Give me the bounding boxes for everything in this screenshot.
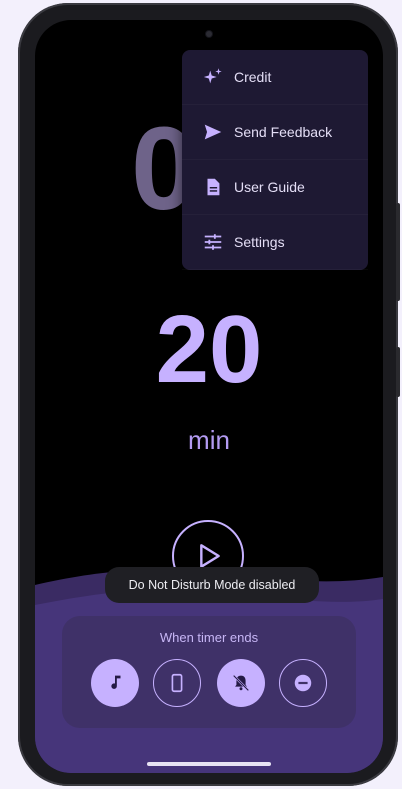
vibrate-option-button[interactable] (153, 659, 201, 707)
do-not-disturb-icon (294, 674, 312, 692)
sparkle-icon (202, 66, 224, 88)
dnd-option-button[interactable] (279, 659, 327, 707)
music-note-icon (111, 675, 121, 689)
front-camera (206, 31, 212, 37)
overflow-menu: Credit Send Feedback User Guide Settings (182, 50, 368, 270)
tune-icon (202, 231, 224, 253)
volume-button (396, 347, 400, 397)
send-icon (202, 121, 224, 143)
menu-item-credit[interactable]: Credit (182, 50, 368, 105)
music-option-button[interactable] (91, 659, 139, 707)
menu-item-label: User Guide (234, 179, 305, 195)
menu-item-settings[interactable]: Settings (182, 215, 368, 270)
power-button (396, 203, 400, 301)
menu-item-label: Settings (234, 234, 285, 250)
menu-item-label: Send Feedback (234, 124, 333, 140)
phone-vibrate-icon (171, 673, 183, 693)
timer-value[interactable]: 20 (35, 302, 383, 398)
menu-item-user-guide[interactable]: User Guide (182, 160, 368, 215)
silent-option-button[interactable] (217, 659, 265, 707)
menu-item-label: Credit (234, 69, 272, 85)
toast-message: Do Not Disturb Mode disabled (105, 567, 319, 603)
timer-unit: min (188, 425, 230, 455)
timer-end-panel: When timer ends (62, 616, 356, 728)
document-icon (202, 176, 224, 198)
bell-off-icon (232, 674, 250, 692)
home-indicator[interactable] (147, 762, 271, 766)
phone-screen: 0 20 min Do Not Disturb Mode disabled Wh… (35, 20, 383, 773)
menu-item-send-feedback[interactable]: Send Feedback (182, 105, 368, 160)
timer-end-title: When timer ends (159, 630, 259, 645)
